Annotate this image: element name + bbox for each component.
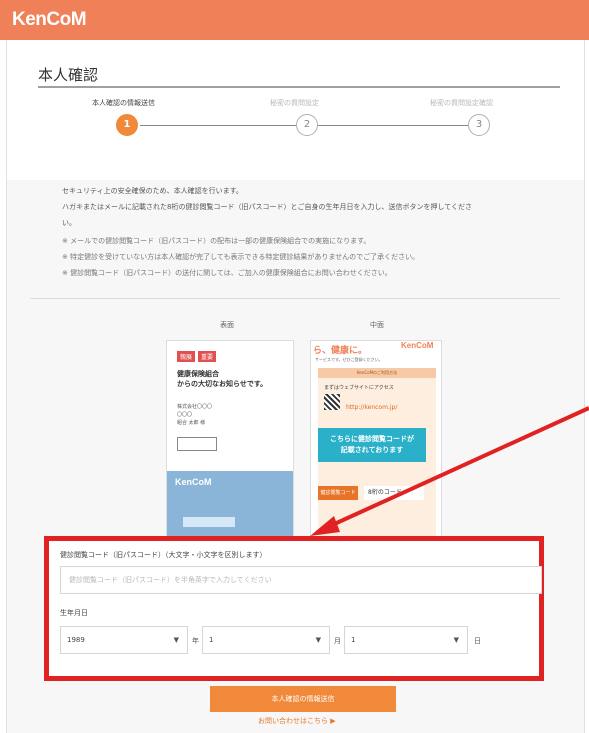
code-input[interactable] <box>60 566 542 594</box>
postcard-family-photo: KenCoM <box>167 471 293 539</box>
postcard-address: 株式会社〇〇〇 〇〇〇 組合 太郎 様 <box>177 403 212 427</box>
chevron-down-icon: ▼ <box>315 636 321 644</box>
info-line-3: い。 <box>62 219 76 227</box>
month-select[interactable]: 1 ▼ <box>202 626 330 654</box>
postcard-back-headline: ら、健康に。 <box>313 346 368 356</box>
month-value: 1 <box>209 636 214 644</box>
postcard-title: 健康保険組合 からの大切なお知らせです。 <box>177 369 267 389</box>
card-front-label: 表面 <box>220 321 234 329</box>
postcard-back-subline: サービスです。ぜひご登録ください。 <box>315 357 383 362</box>
day-value: 1 <box>351 636 356 644</box>
info-note-1: ※ メールでの健診閲覧コード（旧パスコード）の配布は一部の健康保険組合での実施に… <box>62 237 371 245</box>
postcard-front-image: 親展 重要 健康保険組合 からの大切なお知らせです。 株式会社〇〇〇 〇〇〇 組… <box>166 340 294 540</box>
callout-line: 記載されております <box>340 446 404 454</box>
section-divider <box>30 298 560 299</box>
day-select[interactable]: 1 ▼ <box>344 626 468 654</box>
postcard-back-code-value: 8桁のコード <box>364 486 424 500</box>
postcard-tag: 親展 <box>177 351 196 362</box>
info-line-2: ハガキまたはメールに記載された8桁の健診閲覧コード（旧パスコード）とご自身の生年… <box>62 203 473 211</box>
postcard-tag: 重要 <box>198 351 217 362</box>
postcard-back-logo: KenCoM <box>401 341 434 350</box>
postcard-address-line: 組合 太郎 様 <box>177 420 206 426</box>
postcard-back-step1: まずはウェブサイトにアクセス <box>324 385 394 391</box>
day-unit: 日 <box>474 637 481 645</box>
postcard-back-code-tag: 健診閲覧コード <box>318 486 358 500</box>
postcard-title-line: からの大切なお知らせです。 <box>177 380 268 388</box>
postcard-address-line: 株式会社〇〇〇 <box>177 404 213 410</box>
postcard-logo: KenCoM <box>175 477 212 487</box>
postcard-photo-button <box>183 517 235 527</box>
postcard-tags: 親展 重要 <box>177 351 217 362</box>
contact-link[interactable]: お問い合わせはこちら ▶ <box>258 716 336 726</box>
postcard-stamp-box <box>177 437 217 451</box>
callout-line: こちらに健診閲覧コードが <box>330 435 414 443</box>
year-value: 1989 <box>67 636 85 644</box>
code-field-label: 健診閲覧コード（旧パスコード）（大文字・小文字を区別します） <box>60 551 267 559</box>
postcard-back-url: http://kencom.jp/ <box>346 404 398 411</box>
month-unit: 月 <box>334 637 341 645</box>
postcard-address-line: 〇〇〇 <box>177 412 193 418</box>
app-header: KenCoM <box>0 0 589 40</box>
card-back-label: 中面 <box>370 321 384 329</box>
postcard-title-line: 健康保険組合 <box>177 370 219 378</box>
info-note-3: ※ 健診閲覧コード（旧パスコード）の送付に関しては、ご加入の健康保険組合にお問い… <box>62 269 392 277</box>
info-line-1: セキュリティ上の安全確保のため、本人確認を行います。 <box>62 187 243 195</box>
qr-code-icon <box>324 394 340 410</box>
info-note-2: ※ 特定健診を受けていない方は本人確認が完了しても表示できる特定健診結果がありま… <box>62 253 420 261</box>
postcard-back-panel-title: KenCoMのご利用方法 <box>318 368 436 378</box>
chevron-down-icon: ▼ <box>173 636 179 644</box>
postcard-back-code-callout: こちらに健診閲覧コードが 記載されております <box>318 428 426 462</box>
chevron-down-icon: ▼ <box>453 636 459 644</box>
birthdate-label: 生年月日 <box>60 609 88 617</box>
kencom-logo[interactable]: KenCoM <box>12 9 87 31</box>
year-unit: 年 <box>192 637 199 645</box>
submit-button[interactable]: 本人確認の情報送信 <box>210 686 396 712</box>
year-select[interactable]: 1989 ▼ <box>60 626 188 654</box>
